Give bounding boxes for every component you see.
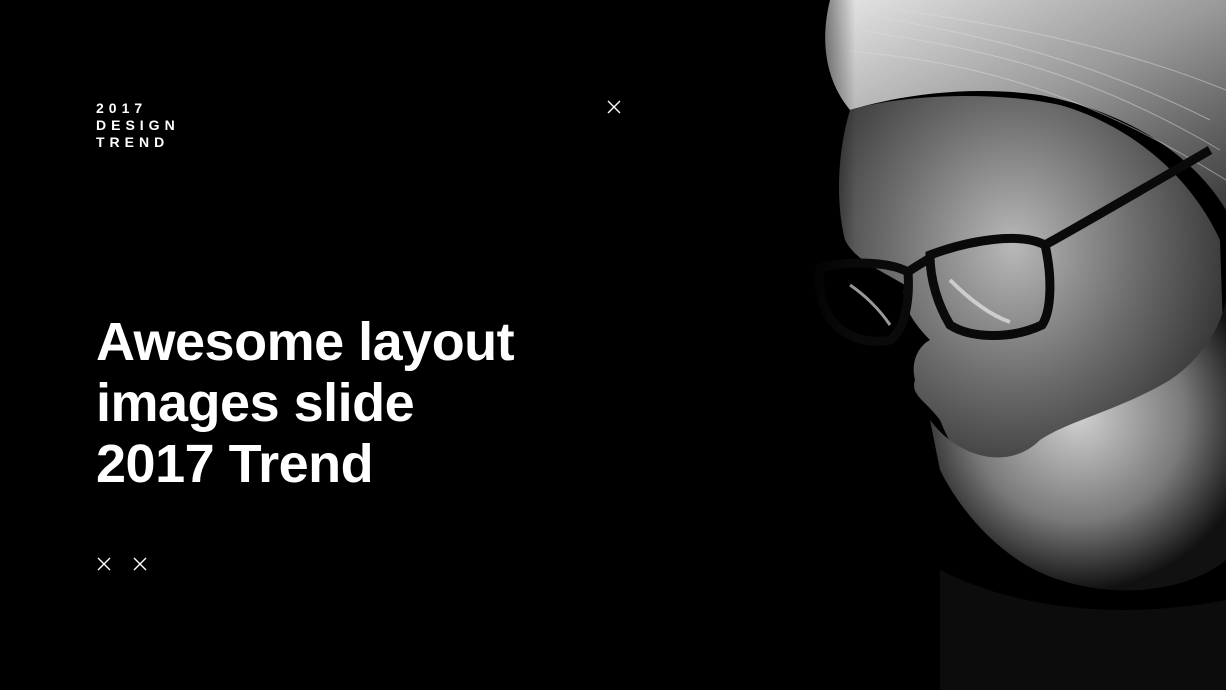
slide-headline: Awesome layout images slide 2017 Trend (96, 312, 616, 495)
label-line-year: 2017 (96, 100, 148, 116)
label-line-trend: TREND (96, 134, 170, 150)
headline-line-2: images slide (96, 373, 415, 433)
headline-line-3: 2017 Trend (96, 434, 374, 494)
slide: 2017 DESIGN TREND Awesome layout images … (0, 0, 1226, 690)
slide-label: 2017 DESIGN TREND (96, 100, 180, 151)
label-line-design: DESIGN (96, 117, 180, 133)
headline-line-1: Awesome layout (96, 312, 515, 372)
close-icon[interactable] (607, 100, 621, 114)
close-icon[interactable] (97, 557, 111, 571)
close-icon[interactable] (133, 557, 147, 571)
portrait-photo (790, 0, 1226, 690)
